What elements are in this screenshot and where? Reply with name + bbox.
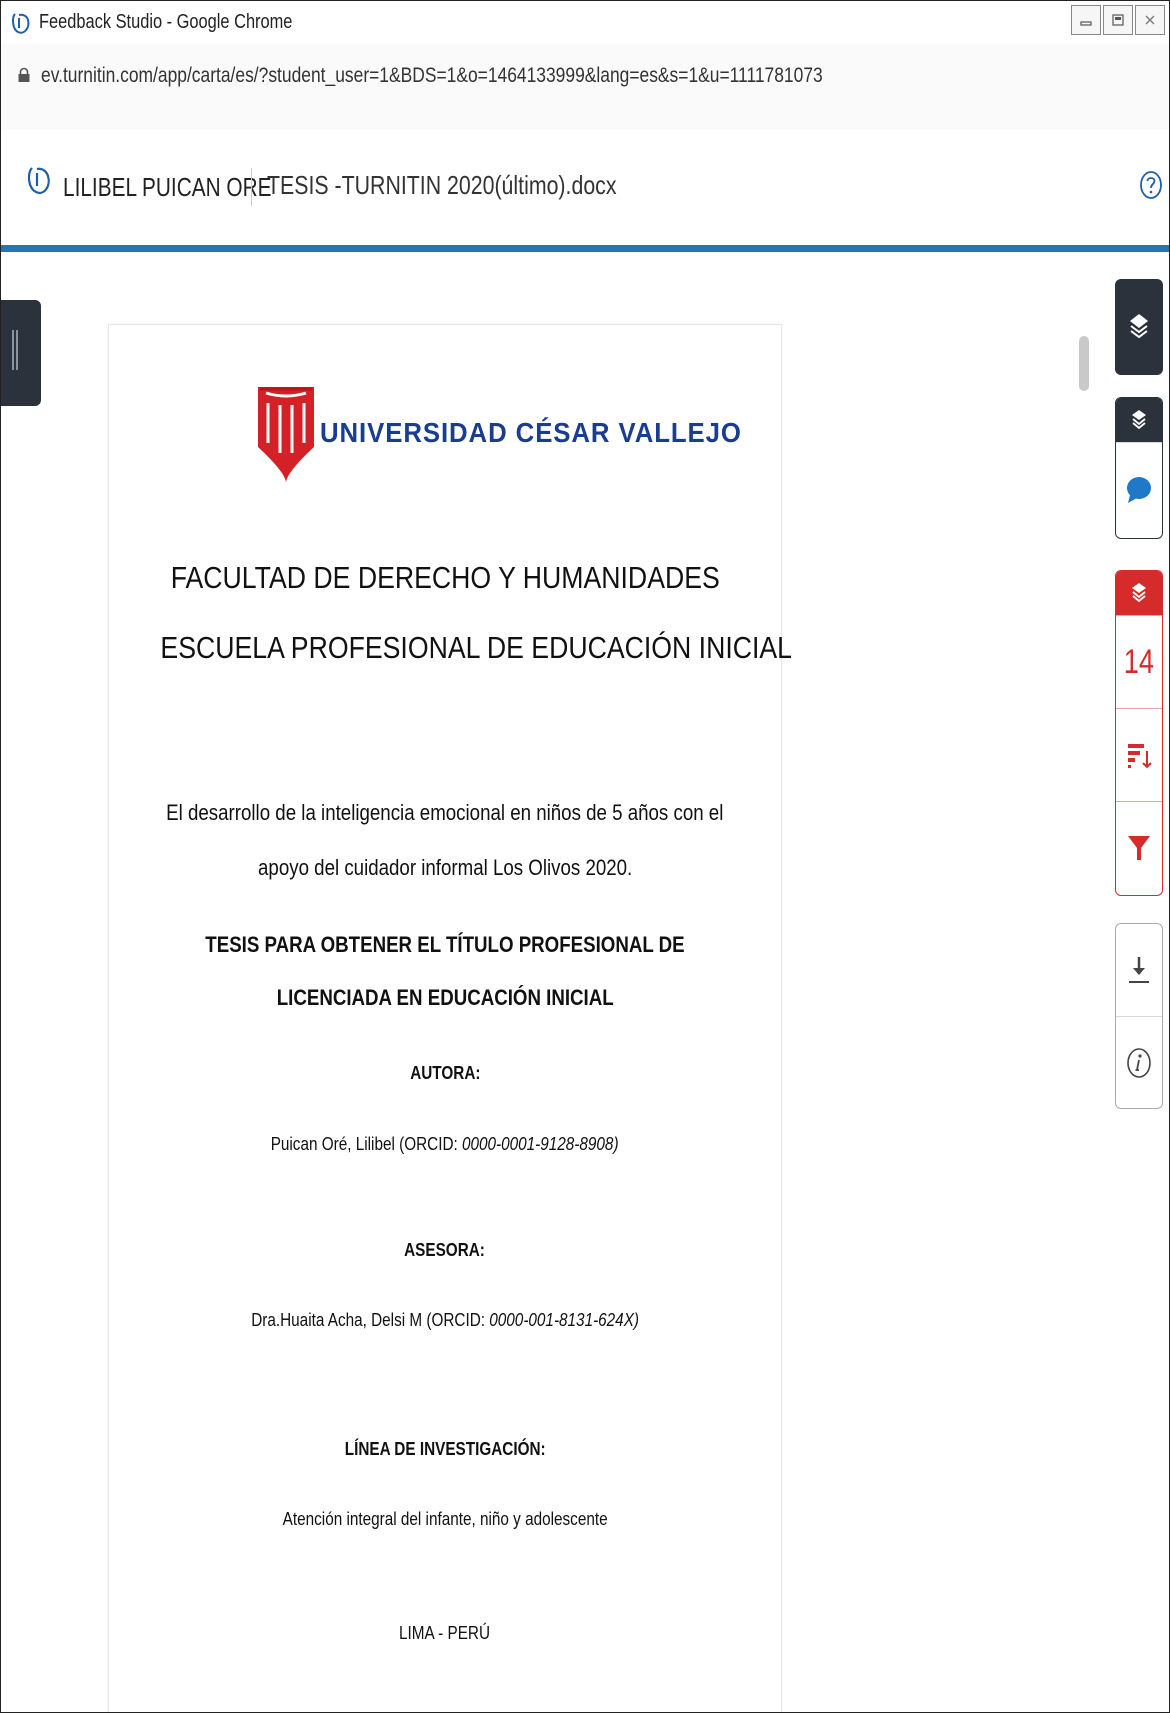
layers-icon [1132,410,1146,430]
document-name: TESIS -TURNITIN 2020(último).docx [267,170,617,200]
feedback-layer-group [1115,397,1163,539]
advisor-line: Dra.Huaita Acha, Delsi M (ORCID: 0000-00… [109,1310,781,1331]
side-panel-toggle[interactable] [1,300,41,406]
help-icon[interactable] [1139,170,1163,200]
info-button[interactable] [1116,1016,1162,1108]
url-text[interactable]: ev.turnitin.com/app/carta/es/?student_us… [41,64,823,88]
thesis-topic-line-2: apoyo del cuidador informal Los Olivos 2… [257,855,633,880]
ucv-shield-logo [258,387,314,483]
layers-icon [1132,583,1146,603]
filter-button[interactable] [1116,801,1162,894]
minimize-icon[interactable] [1071,5,1101,35]
author-orcid: 0000-0001-9128-8908) [462,1134,619,1154]
turnitin-logo-icon [27,167,50,194]
feedback-layer-toggle[interactable] [1116,398,1162,442]
grip-icon [12,330,18,370]
header-accent-bar [1,245,1169,252]
lock-icon [18,67,30,82]
thesis-topic-line-1: El desarrollo de la inteligencia emocion… [166,800,724,825]
turnitin-app-icon [12,13,30,34]
download-icon [1129,957,1149,983]
thesis-degree-line-2: LICENCIADA EN EDUCACIÓN INICIAL [276,985,614,1010]
advisor-name: Dra.Huaita Acha, Delsi M (ORCID: [251,1310,490,1330]
app-header: LILIBEL PUICAN ORE TESIS -TURNITIN 2020(… [1,130,1169,243]
close-icon[interactable] [1135,5,1165,35]
layers-icon [1130,314,1148,339]
university-name: UNIVERSIDAD CÉSAR VALLEJO [320,417,742,448]
all-sources-button[interactable] [1116,708,1162,801]
research-line-text: Atención integral del infante, niño y ad… [282,1509,608,1529]
document-scrollbar[interactable] [1079,336,1089,391]
similarity-score-button[interactable]: 14 [1116,615,1162,708]
browser-window: Feedback Studio - Google Chrome ev.turni… [0,0,1170,1713]
tools-group [1115,923,1163,1109]
student-name: LILIBEL PUICAN ORE [63,172,272,202]
window-title: Feedback Studio - Google Chrome [39,11,293,33]
author-name: Puican Oré, Lilibel (ORCID: [271,1134,463,1154]
title-bar: Feedback Studio - Google Chrome [1,1,1169,45]
advisor-orcid: 0000-001-8131-624X) [489,1310,639,1330]
faculty-heading: FACULTAD DE DERECHO Y HUMANIDADES [170,560,720,595]
info-icon [1127,1047,1151,1078]
similarity-score: 14 [1123,642,1155,681]
author-heading: AUTORA: [409,1063,481,1083]
research-line-heading: LÍNEA DE INVESTIGACIÓN: [344,1439,546,1459]
similarity-layer-toggle[interactable] [1116,571,1162,615]
download-button[interactable] [1116,924,1162,1016]
restore-icon[interactable] [1103,5,1133,35]
advisor-heading: ASESORA: [404,1240,486,1260]
filter-funnel-icon [1128,836,1150,860]
header-divider [251,168,252,206]
thesis-degree-line-1: TESIS PARA OBTENER EL TÍTULO PROFESIONAL… [205,932,685,957]
similarity-layer-group: 14 [1115,570,1163,896]
sources-list-icon [1128,744,1152,769]
school-heading: ESCUELA PROFESIONAL DE EDUCACIÓN INICIAL [160,630,793,665]
place-text: LIMA - PERÚ [399,1623,491,1643]
document-page: UNIVERSIDAD CÉSAR VALLEJO FACULTAD DE DE… [108,324,793,1712]
layers-panel-button[interactable] [1115,279,1163,375]
comment-bubble-icon [1127,476,1151,503]
window-controls [1069,5,1165,35]
author-line: Puican Oré, Lilibel (ORCID: 0000-0001-91… [109,1134,781,1155]
address-bar[interactable]: ev.turnitin.com/app/carta/es/?student_us… [1,44,1169,131]
comment-button[interactable] [1116,442,1162,536]
